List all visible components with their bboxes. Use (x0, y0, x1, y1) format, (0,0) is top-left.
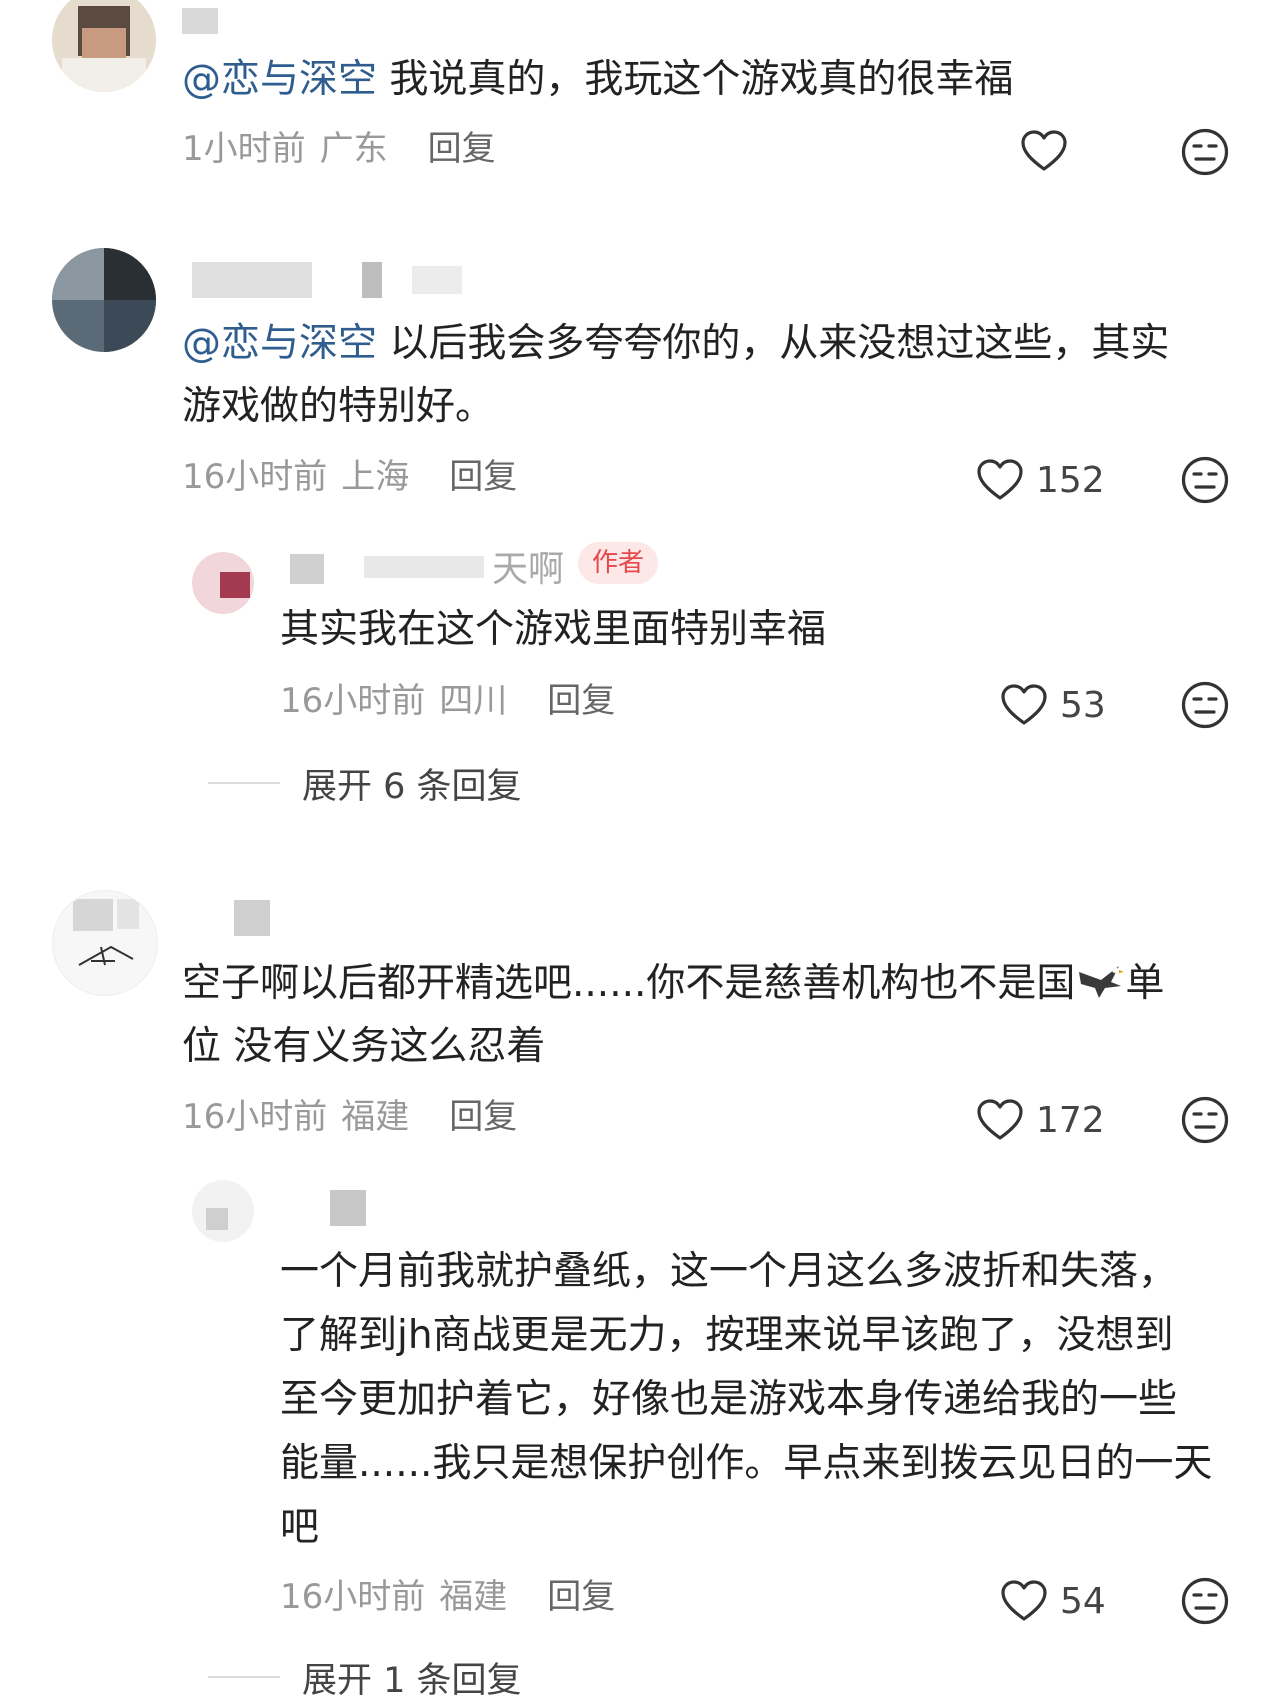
like-button[interactable]: 152 (976, 455, 1105, 505)
expand-label: 展开 1 条回复 (302, 1660, 522, 1701)
heart-outline-icon (976, 1098, 1024, 1142)
eagle-emoji-icon (1079, 966, 1125, 998)
reply-text-line1: 一个月前我就护叠纸，这一个月这么多波折和失落， (280, 1249, 1178, 1294)
reply-button[interactable]: 回复 (449, 457, 517, 497)
unhappy-face-icon[interactable] (1180, 127, 1230, 177)
reply-button[interactable]: 回复 (547, 681, 615, 721)
comment-text-line2: 游戏做的特别好。 (182, 384, 495, 429)
reply-avatar[interactable] (192, 1180, 254, 1242)
reply-button[interactable]: 回复 (428, 129, 496, 169)
location: 四川 (439, 681, 508, 721)
timestamp: 16小时前 (280, 681, 426, 721)
username-blurred[interactable] (192, 262, 462, 298)
reply-text: 其实我在这个游戏里面特别幸福 (280, 607, 827, 652)
comment-meta: 16小时前 福建 回复 (182, 1092, 531, 1142)
location: 广东 (319, 129, 388, 169)
expand-replies-button[interactable]: 展开 6 条回复 (208, 758, 522, 808)
reply-meta: 16小时前 福建 回复 (280, 1572, 629, 1622)
mention-link[interactable]: @恋与深空 (182, 57, 377, 102)
avatar[interactable] (52, 890, 158, 996)
avatar[interactable] (52, 0, 156, 92)
heart-outline-icon (1000, 1579, 1048, 1623)
like-count: 172 (1036, 1099, 1105, 1141)
heart-outline-icon (1020, 129, 1068, 173)
reply-button[interactable]: 回复 (449, 1097, 517, 1137)
location: 福建 (439, 1577, 508, 1617)
unhappy-face-icon[interactable] (1180, 1095, 1230, 1145)
comment-meta: 16小时前 上海 回复 (182, 452, 531, 502)
comment-text: 空子啊以后都开精选吧......你不是慈善机构也不是国单 (182, 961, 1165, 1006)
heart-outline-icon (976, 458, 1024, 502)
location: 上海 (341, 457, 410, 497)
comment-text-line2: 位 没有义务这么忍着 (182, 1024, 546, 1069)
like-button[interactable]: 54 (1000, 1576, 1106, 1626)
timestamp: 16小时前 (280, 1577, 426, 1617)
reply-username-blurred[interactable] (330, 1190, 366, 1226)
timestamp: 1小时前 (182, 129, 306, 169)
timestamp: 16小时前 (182, 457, 328, 497)
reply-meta: 16小时前 四川 回复 (280, 676, 629, 726)
comment-text: @恋与深空 以后我会多夸夸你的，从来没想过这些，其实 (182, 321, 1170, 366)
divider-line (208, 1676, 280, 1678)
reply-username-tail: 天啊 (492, 549, 565, 590)
expand-replies-button[interactable]: 展开 1 条回复 (208, 1652, 522, 1702)
author-badge: 作者 (578, 542, 659, 584)
unhappy-face-icon[interactable] (1180, 455, 1230, 505)
comment-text: @恋与深空 我说真的，我玩这个游戏真的很幸福 (182, 57, 1014, 102)
like-count: 152 (1036, 459, 1105, 501)
reply-button[interactable]: 回复 (547, 1577, 615, 1617)
reply-username-blurred[interactable] (290, 550, 490, 586)
like-button[interactable]: 53 (1000, 680, 1106, 730)
reply-text-line3: 至今更加护着它，好像也是游戏本身传递给我的一些 (280, 1377, 1178, 1422)
reply-text-line2: 了解到jh商战更是无力，按理来说早该跑了，没想到 (280, 1313, 1174, 1358)
reply-text-line5: 吧 (280, 1505, 320, 1550)
divider-line (208, 782, 280, 784)
like-count: 53 (1060, 684, 1106, 726)
timestamp: 16小时前 (182, 1097, 328, 1137)
like-count: 54 (1060, 1580, 1106, 1622)
heart-outline-icon (1000, 683, 1048, 727)
username-blurred[interactable] (234, 900, 270, 936)
unhappy-face-icon[interactable] (1180, 680, 1230, 730)
mention-link[interactable]: @恋与深空 (182, 321, 377, 366)
username-blurred[interactable] (182, 8, 218, 34)
like-button[interactable] (1020, 126, 1068, 176)
location: 福建 (341, 1097, 410, 1137)
reply-text-line4: 能量......我只是想保护创作。早点来到拨云见日的一天 (280, 1441, 1213, 1486)
avatar[interactable] (52, 248, 156, 352)
sketch-icon (78, 945, 134, 966)
expand-label: 展开 6 条回复 (302, 766, 522, 807)
comment-meta: 1小时前 广东 回复 (182, 124, 510, 174)
reply-avatar[interactable] (192, 552, 254, 614)
like-button[interactable]: 172 (976, 1095, 1105, 1145)
unhappy-face-icon[interactable] (1180, 1576, 1230, 1626)
